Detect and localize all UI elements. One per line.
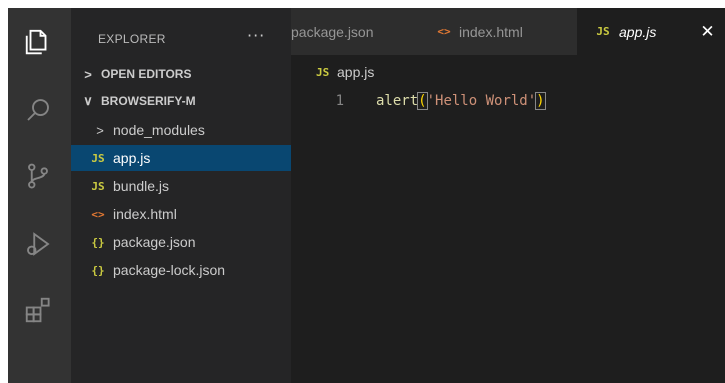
close-paren-token: ) (535, 92, 546, 110)
extensions-icon[interactable] (20, 292, 56, 328)
tab-index-html[interactable]: <> index.html (437, 8, 557, 55)
tree-item-label: bundle.js (113, 178, 170, 194)
run-debug-icon[interactable] (20, 226, 56, 262)
project-section[interactable]: ∨ BROWSERIFY-M (71, 88, 291, 114)
html-file-icon: <> (91, 207, 105, 221)
tree-item-package-json[interactable]: {} package.json (71, 229, 291, 255)
search-icon[interactable] (20, 92, 56, 128)
breadcrumb[interactable]: JS app.js (316, 64, 374, 80)
tree-item-label: node_modules (113, 122, 205, 138)
tab-app-js[interactable]: JS app.js ✕ (577, 8, 725, 55)
tree-item-label: app.js (113, 150, 151, 166)
activity-bar (8, 8, 71, 383)
chevron-right-icon: > (96, 122, 104, 138)
tree-item-app-js[interactable]: JS app.js (71, 145, 291, 171)
tree-item-node-modules[interactable]: > node_modules (71, 117, 291, 143)
tab-package-json[interactable]: package.json (291, 8, 409, 55)
js-file-icon: JS (596, 25, 610, 38)
editor-tabs: package.json <> index.html JS app.js ✕ (291, 8, 725, 55)
tree-item-package-lock-json[interactable]: {} package-lock.json (71, 257, 291, 283)
open-paren-token: ( (417, 92, 428, 110)
close-icon[interactable]: ✕ (700, 22, 714, 42)
section-label: OPEN EDITORS (101, 67, 192, 81)
sidebar-title: EXPLORER (98, 32, 166, 46)
js-file-icon: JS (91, 151, 105, 165)
tree-item-bundle-js[interactable]: JS bundle.js (71, 173, 291, 199)
js-file-icon: JS (91, 179, 105, 193)
code-text: alert('Hello World') (376, 92, 546, 110)
chevron-right-icon: > (84, 66, 92, 82)
js-file-icon: JS (316, 65, 330, 79)
tree-item-label: package-lock.json (113, 262, 226, 278)
window-left-edge (0, 0, 8, 383)
section-label: BROWSERIFY-M (101, 94, 196, 108)
more-actions-button[interactable]: ··· (247, 26, 265, 45)
explorer-sidebar: EXPLORER ··· > OPEN EDITORS ∨ BROWSERIFY… (71, 8, 291, 383)
tree-item-label: package.json (113, 234, 196, 250)
html-file-icon: <> (437, 25, 451, 38)
breadcrumb-label: app.js (337, 64, 375, 80)
json-file-icon: {} (91, 263, 105, 277)
function-token: alert (376, 93, 419, 109)
window-top-edge (0, 0, 725, 8)
code-editor[interactable]: 1 alert('Hello World') (291, 86, 725, 383)
line-number: 1 (335, 93, 344, 109)
open-editors-section[interactable]: > OPEN EDITORS (71, 61, 291, 87)
tab-label: package.json (291, 23, 374, 40)
code-line[interactable]: 1 alert('Hello World') (291, 90, 546, 112)
tree-item-index-html[interactable]: <> index.html (71, 201, 291, 227)
tab-label: app.js (619, 23, 657, 40)
chevron-down-icon: ∨ (83, 93, 93, 108)
tree-item-label: index.html (113, 206, 177, 222)
json-file-icon: {} (91, 235, 105, 249)
explorer-icon[interactable] (20, 24, 56, 60)
string-token: 'Hello World' (426, 93, 537, 109)
tab-label: index.html (459, 23, 523, 40)
source-control-icon[interactable] (20, 158, 56, 194)
